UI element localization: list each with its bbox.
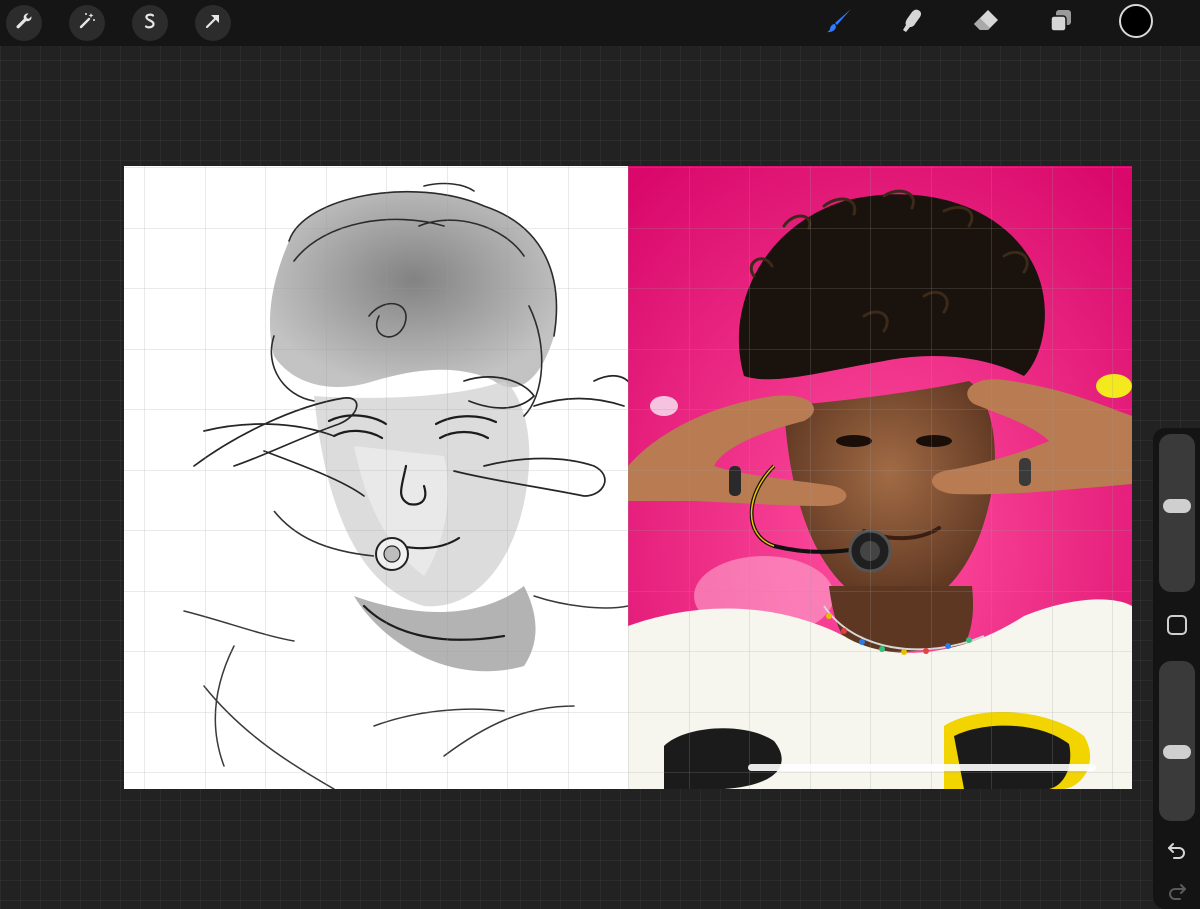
brush-opacity-slider[interactable]	[1159, 661, 1195, 821]
brush-size-thumb[interactable]	[1163, 499, 1191, 514]
redo-icon	[1166, 880, 1188, 907]
modify-button[interactable]	[1167, 615, 1187, 635]
undo-button[interactable]	[1164, 839, 1190, 865]
home-indicator	[748, 764, 1096, 771]
adjustments-button[interactable]	[69, 5, 105, 41]
top-toolbar	[0, 0, 1200, 46]
arrow-cursor-icon	[203, 11, 223, 36]
wrench-icon	[14, 11, 34, 36]
eraser-icon	[971, 6, 1001, 41]
brush-size-slider[interactable]	[1159, 434, 1195, 592]
smudge-button[interactable]	[894, 5, 930, 41]
actions-button[interactable]	[6, 5, 42, 41]
undo-icon	[1166, 839, 1188, 866]
smudge-finger-icon	[898, 7, 926, 40]
eraser-button[interactable]	[968, 5, 1004, 41]
layers-icon	[1047, 7, 1075, 40]
brush-opacity-thumb[interactable]	[1163, 745, 1191, 760]
canvas-artwork	[124, 166, 1132, 789]
layers-button[interactable]	[1043, 5, 1079, 41]
brush-icon	[825, 6, 855, 41]
magic-wand-icon	[77, 11, 97, 36]
selection-button[interactable]	[132, 5, 168, 41]
redo-button[interactable]	[1164, 880, 1190, 906]
side-toolbar	[1153, 428, 1200, 909]
brush-button[interactable]	[822, 5, 858, 41]
procreate-app	[0, 0, 1200, 909]
drawing-guide-grid	[124, 166, 1132, 789]
selection-s-icon	[140, 11, 160, 36]
transform-button[interactable]	[195, 5, 231, 41]
drawing-canvas[interactable]	[124, 166, 1132, 789]
color-picker-button[interactable]	[1119, 4, 1153, 38]
